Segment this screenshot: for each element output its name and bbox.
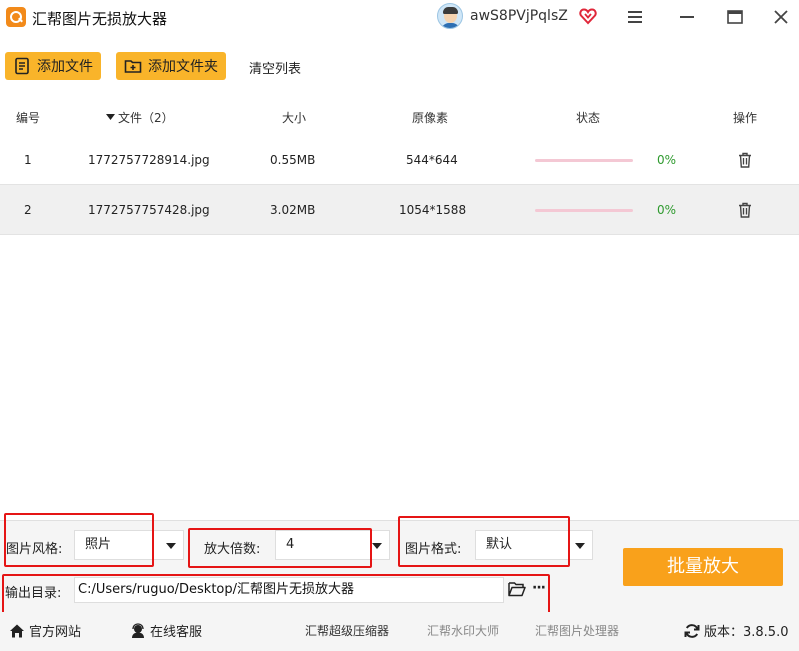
scale-label: 放大倍数:	[204, 542, 261, 557]
trash-icon[interactable]	[738, 152, 752, 168]
maximize-icon	[727, 10, 743, 24]
close-button[interactable]	[767, 4, 795, 30]
header-status: 状态	[576, 111, 601, 125]
row-index: 2	[24, 203, 32, 217]
link-watermark[interactable]: 汇帮水印大师	[427, 622, 499, 639]
output-path-input[interactable]: C:/Users/ruguo/Desktop/汇帮图片无损放大器	[74, 577, 504, 603]
style-select[interactable]: 照片	[74, 530, 184, 560]
app-title: 汇帮图片无损放大器	[32, 10, 168, 28]
version-info[interactable]: 版本：3.8.5.0	[684, 621, 788, 640]
official-site-label: 官方网站	[29, 625, 82, 640]
hamburger-menu-icon	[628, 11, 642, 23]
style-value: 照片	[85, 537, 112, 552]
add-file-button[interactable]: 添加文件	[5, 52, 101, 80]
header-size[interactable]: 大小	[282, 109, 306, 126]
row-progress-bar	[535, 159, 633, 162]
toolbar: 添加文件 添加文件夹 清空列表	[0, 36, 799, 98]
app-logo-icon	[6, 7, 26, 27]
header-file[interactable]: 文件（2）	[106, 109, 174, 126]
document-list-icon	[15, 57, 29, 75]
table-row[interactable]: 1 1772757728914.jpg 0.55MB 544*644 0%	[0, 135, 799, 185]
header-pixels[interactable]: 原像素	[412, 109, 448, 126]
row-percent: 0%	[657, 153, 677, 167]
minimize-icon	[680, 16, 694, 18]
folder-plus-icon	[124, 60, 142, 73]
maximize-button[interactable]	[721, 4, 749, 30]
output-label: 输出目录:	[5, 586, 62, 601]
header-action: 操作	[733, 111, 758, 125]
title-bar: 汇帮图片无损放大器 awS8PVjPqlsZ	[0, 0, 799, 36]
row-pixels: 544*644	[406, 153, 458, 167]
row-filename: 1772757728914.jpg	[88, 153, 210, 167]
table-row[interactable]: 2 1772757757428.jpg 3.02MB 1054*1588 0%	[0, 185, 799, 235]
more-options-button[interactable]: ···	[532, 580, 546, 596]
chevron-down-icon	[166, 543, 176, 549]
batch-enlarge-button[interactable]: 批量放大	[623, 548, 783, 586]
refresh-icon	[684, 623, 700, 638]
home-icon	[10, 624, 24, 637]
scale-value: 4	[286, 537, 295, 552]
row-size: 3.02MB	[270, 203, 316, 217]
row-percent: 0%	[657, 203, 677, 217]
scale-select[interactable]: 4	[275, 530, 390, 560]
settings-panel: 图片风格: 照片 放大倍数: 4 图片格式: 默认 输出目录: C:/Users…	[0, 513, 799, 615]
row-size: 0.55MB	[270, 153, 316, 167]
add-folder-button[interactable]: 添加文件夹	[116, 52, 226, 80]
version-label: 版本：3.8.5.0	[704, 625, 789, 640]
format-label: 图片格式:	[405, 542, 462, 557]
username[interactable]: awS8PVjPqlsZ	[470, 8, 568, 24]
format-select[interactable]: 默认	[475, 530, 593, 560]
minimize-button[interactable]	[673, 4, 701, 30]
chevron-down-icon	[575, 543, 585, 549]
online-service-label: 在线客服	[150, 625, 203, 640]
row-filename: 1772757757428.jpg	[88, 203, 210, 217]
style-label: 图片风格:	[6, 542, 63, 557]
status-bar: 官方网站 在线客服 汇帮超级压缩器 汇帮水印大师 汇帮图片处理器 版本：3.8.…	[0, 612, 799, 651]
heart-vip-icon[interactable]	[579, 7, 597, 25]
chevron-down-icon	[372, 543, 382, 549]
link-compress[interactable]: 汇帮超级压缩器	[305, 622, 389, 639]
user-avatar[interactable]	[437, 3, 463, 29]
sort-down-icon	[106, 114, 115, 120]
folder-open-icon[interactable]	[508, 581, 526, 597]
link-processor[interactable]: 汇帮图片处理器	[535, 622, 619, 639]
row-progress-bar	[535, 209, 633, 212]
header-index[interactable]: 编号	[16, 109, 40, 126]
format-value: 默认	[486, 537, 513, 552]
clear-list-button[interactable]: 清空列表	[249, 58, 301, 77]
row-index: 1	[24, 153, 32, 167]
official-site-link[interactable]: 官方网站	[9, 621, 81, 640]
trash-icon[interactable]	[738, 202, 752, 218]
add-file-label: 添加文件	[37, 59, 93, 75]
close-icon	[774, 10, 788, 24]
headset-icon	[132, 622, 144, 638]
header-file-label: 文件（2）	[118, 111, 174, 125]
online-service-link[interactable]: 在线客服	[130, 621, 202, 640]
add-folder-label: 添加文件夹	[148, 59, 218, 75]
row-pixels: 1054*1588	[399, 203, 467, 217]
table-header: 编号 文件（2） 大小 原像素 状态 操作	[0, 98, 799, 134]
menu-button[interactable]	[621, 4, 649, 30]
